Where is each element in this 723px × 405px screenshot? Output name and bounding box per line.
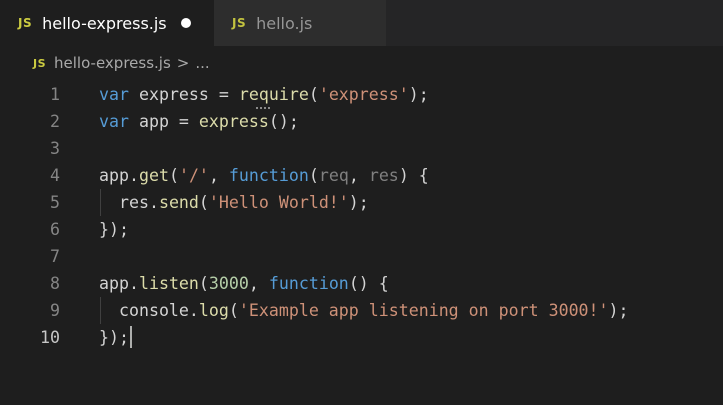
code-token: ( bbox=[308, 166, 319, 185]
code-token: ); bbox=[408, 85, 429, 104]
code-line[interactable]: 5 res.send('Hello World!'); bbox=[0, 189, 723, 216]
code-line[interactable]: 2 var app = express(); bbox=[0, 108, 723, 135]
js-file-icon: JS bbox=[232, 16, 247, 30]
code-token: }); bbox=[99, 220, 129, 239]
code-token: ) { bbox=[398, 166, 429, 185]
code-token: send bbox=[158, 193, 199, 212]
line-number: 1 bbox=[50, 85, 60, 104]
code-line[interactable]: 3 bbox=[0, 135, 723, 162]
js-file-icon: JS bbox=[33, 56, 47, 70]
code-token: express = bbox=[128, 85, 239, 104]
code-line[interactable]: 7 bbox=[0, 243, 723, 270]
line-number: 5 bbox=[50, 193, 60, 212]
line-number: 9 bbox=[50, 301, 60, 320]
text-cursor bbox=[129, 326, 132, 348]
indent-guide bbox=[100, 297, 101, 324]
code-token: ); bbox=[348, 193, 369, 212]
code-token: res. bbox=[99, 193, 159, 212]
js-file-icon: JS bbox=[18, 16, 33, 30]
code-token: ( bbox=[308, 85, 319, 104]
code-line[interactable]: 1 var express = require('express'); bbox=[0, 81, 723, 108]
breadcrumb: JS hello-express.js > ... bbox=[0, 46, 723, 80]
breadcrumb-more[interactable]: ... bbox=[195, 54, 209, 72]
code-token: 3000 bbox=[208, 274, 249, 293]
line-number: 10 bbox=[40, 328, 60, 347]
code-text: var app = express(); bbox=[99, 108, 299, 135]
code-text: }); bbox=[99, 216, 129, 243]
tab-hello[interactable]: JS hello.js bbox=[214, 0, 386, 46]
tab-hello-express[interactable]: JS hello-express.js bbox=[0, 0, 214, 46]
line-number: 6 bbox=[50, 220, 60, 239]
tab-bar: JS hello-express.js JS hello.js bbox=[0, 0, 723, 46]
code-token: req bbox=[318, 166, 349, 185]
line-number: 4 bbox=[50, 166, 60, 185]
suggestion-dots-icon[interactable] bbox=[256, 104, 270, 109]
code-token: var bbox=[99, 112, 129, 131]
code-token: require bbox=[238, 85, 309, 104]
code-token: , bbox=[248, 274, 269, 293]
code-token: var bbox=[99, 85, 129, 104]
tab-label: hello.js bbox=[256, 13, 313, 33]
chevron-right-icon: > bbox=[176, 54, 190, 72]
code-token: () { bbox=[348, 274, 389, 293]
code-line[interactable]: 4 app.get('/', function(req, res) { bbox=[0, 162, 723, 189]
code-token: ( bbox=[168, 166, 179, 185]
line-number: 3 bbox=[50, 139, 60, 158]
code-token: console. bbox=[99, 301, 199, 320]
tab-label: hello-express.js bbox=[42, 13, 167, 33]
code-editor[interactable]: 1 var express = require('express'); 2 var a… bbox=[0, 80, 723, 405]
code-token: get bbox=[138, 166, 169, 185]
code-token: function bbox=[228, 166, 309, 185]
code-token: express bbox=[198, 112, 269, 131]
code-token: (); bbox=[268, 112, 299, 131]
code-token: res bbox=[368, 166, 399, 185]
code-token: ); bbox=[608, 301, 629, 320]
code-token: log bbox=[198, 301, 229, 320]
code-text: app.get('/', function(req, res) { bbox=[99, 162, 429, 189]
code-token: listen bbox=[138, 274, 199, 293]
line-number: 8 bbox=[50, 274, 60, 293]
code-line[interactable]: 9 console.log('Example app listening on … bbox=[0, 297, 723, 324]
code-text: console.log('Example app listening on po… bbox=[99, 297, 629, 324]
code-token: , bbox=[208, 166, 229, 185]
code-token: 'express' bbox=[318, 85, 409, 104]
breadcrumb-file[interactable]: hello-express.js bbox=[54, 54, 171, 72]
code-token: ( bbox=[228, 301, 239, 320]
unsaved-dot-icon[interactable] bbox=[180, 18, 191, 28]
code-token: 'Example app listening on port 3000!' bbox=[238, 301, 609, 320]
code-token: function bbox=[268, 274, 349, 293]
code-token: app = bbox=[128, 112, 199, 131]
line-number: 2 bbox=[50, 112, 60, 131]
code-token: ( bbox=[198, 274, 209, 293]
indent-guide bbox=[100, 189, 101, 216]
line-number: 7 bbox=[50, 247, 60, 266]
code-token: '/' bbox=[178, 166, 209, 185]
code-line[interactable]: 6}); bbox=[0, 216, 723, 243]
code-token: app. bbox=[99, 274, 139, 293]
code-line[interactable]: 10}); bbox=[0, 324, 723, 351]
code-line[interactable]: 8 app.listen(3000, function() { bbox=[0, 270, 723, 297]
code-text: }); bbox=[99, 324, 129, 351]
code-text: app.listen(3000, function() { bbox=[99, 270, 389, 297]
code-token: }); bbox=[99, 328, 129, 347]
code-token: , bbox=[348, 166, 369, 185]
code-token: app. bbox=[99, 166, 139, 185]
code-token: 'Hello World!' bbox=[208, 193, 349, 212]
code-text: res.send('Hello World!'); bbox=[99, 189, 369, 216]
code-token: ( bbox=[198, 193, 209, 212]
